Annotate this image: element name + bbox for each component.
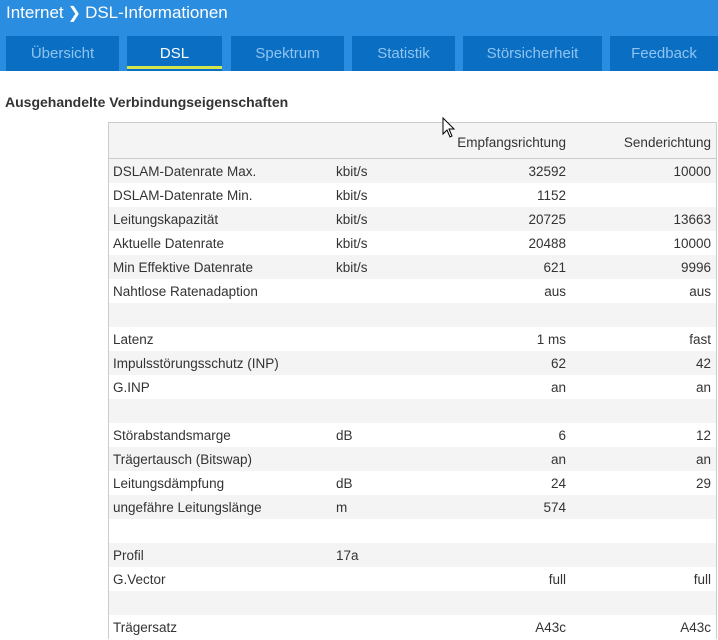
row-unit: kbit/s xyxy=(336,259,368,275)
column-header-upstream: Senderichtung xyxy=(623,135,711,150)
downstream-value: 20725 xyxy=(528,211,566,227)
header-bar: Internet ❯ DSL-Informationen Übersicht DS… xyxy=(0,0,718,71)
row-label: Profil xyxy=(113,547,144,563)
row-label: Aktuelle Datenrate xyxy=(113,235,225,251)
row-label: G.INP xyxy=(113,379,150,395)
table-row: Latenz 1 ms fast xyxy=(109,327,716,351)
tab-statistik[interactable]: Statistik xyxy=(352,36,455,71)
row-unit: kbit/s xyxy=(336,235,368,251)
row-unit: kbit/s xyxy=(336,187,368,203)
upstream-value: an xyxy=(695,451,711,467)
table-row: Trägersatz A43c A43c xyxy=(109,615,716,639)
breadcrumb-current: DSL-Informationen xyxy=(85,3,228,22)
table-row: DSLAM-Datenrate Min. kbit/s 1152 xyxy=(109,183,716,207)
tab-störsicherheit[interactable]: Störsicherheit xyxy=(463,36,602,71)
row-label: Latenz xyxy=(113,331,154,347)
spacer-row xyxy=(109,519,716,543)
table-row: Leitungskapazität kbit/s 20725 13663 xyxy=(109,207,716,231)
downstream-value: an xyxy=(550,379,566,395)
section-title: Ausgehandelte Verbindungseigenschaften xyxy=(5,94,289,110)
row-label: Leitungskapazität xyxy=(113,211,219,227)
row-label: DSLAM-Datenrate Max. xyxy=(113,163,257,179)
chevron-right-icon: ❯ xyxy=(67,5,82,22)
upstream-value: 9996 xyxy=(680,259,711,275)
downstream-value: 574 xyxy=(543,499,566,515)
connection-properties-table: Empfangsrichtung Senderichtung DSLAM-Dat… xyxy=(108,122,717,639)
downstream-value: 20488 xyxy=(528,235,566,251)
table-row: ungefähre Leitungslänge m 574 xyxy=(109,495,716,519)
table-row: Trägertausch (Bitswap) an an xyxy=(109,447,716,471)
table-row: DSLAM-Datenrate Max. kbit/s 32592 10000 xyxy=(109,159,716,183)
tab-übersicht[interactable]: Übersicht xyxy=(6,36,119,71)
upstream-value: fast xyxy=(689,331,711,347)
row-unit: 17a xyxy=(336,547,359,563)
downstream-value: 621 xyxy=(543,259,566,275)
table-row: Nahtlose Ratenadaption aus aus xyxy=(109,279,716,303)
table-row: G.Vector full full xyxy=(109,567,716,591)
column-header-downstream: Empfangsrichtung xyxy=(457,135,566,150)
row-label: Leitungsdämpfung xyxy=(113,475,225,491)
row-label: G.Vector xyxy=(113,571,166,587)
row-label: Impulsstörungsschutz (INP) xyxy=(113,355,279,371)
row-label: Störabstandsmarge xyxy=(113,427,231,443)
downstream-value: full xyxy=(548,571,566,587)
downstream-value: 6 xyxy=(558,427,566,443)
tab-spektrum[interactable]: Spektrum xyxy=(231,36,344,71)
row-label: Nahtlose Ratenadaption xyxy=(113,283,258,299)
table-row: Störabstandsmarge dB 6 12 xyxy=(109,423,716,447)
upstream-value: full xyxy=(693,571,711,587)
row-unit: dB xyxy=(336,475,353,491)
upstream-value: 29 xyxy=(695,475,711,491)
downstream-value: 32592 xyxy=(528,163,566,179)
downstream-value: an xyxy=(550,451,566,467)
table-row: Min Effektive Datenrate kbit/s 621 9996 xyxy=(109,255,716,279)
upstream-value: 10000 xyxy=(673,235,711,251)
upstream-value: 10000 xyxy=(673,163,711,179)
upstream-value: 12 xyxy=(695,427,711,443)
spacer-row xyxy=(109,591,716,615)
table-body: DSLAM-Datenrate Max. kbit/s 32592 10000 DSLA… xyxy=(109,159,716,639)
table-row: G.INP an an xyxy=(109,375,716,399)
row-label: DSLAM-Datenrate Min. xyxy=(113,187,253,203)
table-row: Leitungsdämpfung dB 24 29 xyxy=(109,471,716,495)
table-header: Empfangsrichtung Senderichtung xyxy=(109,123,716,159)
breadcrumb: Internet ❯ DSL-Informationen xyxy=(6,3,228,23)
table-row: Aktuelle Datenrate kbit/s 20488 10000 xyxy=(109,231,716,255)
spacer-row xyxy=(109,399,716,423)
mouse-cursor-icon xyxy=(442,117,456,138)
downstream-value: 24 xyxy=(550,475,566,491)
row-unit: m xyxy=(336,499,348,515)
downstream-value: A43c xyxy=(535,619,566,635)
upstream-value: 42 xyxy=(695,355,711,371)
row-unit: dB xyxy=(336,427,353,443)
tab-dsl[interactable]: DSL xyxy=(127,36,222,71)
row-label: Min Effektive Datenrate xyxy=(113,259,254,275)
table-row: Profil 17a xyxy=(109,543,716,567)
row-label: Trägersatz xyxy=(113,619,178,635)
breadcrumb-internet[interactable]: Internet xyxy=(6,3,64,23)
row-unit: kbit/s xyxy=(336,163,368,179)
row-label: ungefähre Leitungslänge xyxy=(113,499,262,515)
row-label: Trägertausch (Bitswap) xyxy=(113,451,253,467)
downstream-value: 1152 xyxy=(536,187,566,203)
downstream-value: 62 xyxy=(550,355,566,371)
downstream-value: aus xyxy=(544,283,566,299)
row-unit: kbit/s xyxy=(336,211,368,227)
upstream-value: A43c xyxy=(680,619,711,635)
table-row: Impulsstörungsschutz (INP) 62 42 xyxy=(109,351,716,375)
upstream-value: an xyxy=(695,379,711,395)
upstream-value: 13663 xyxy=(673,211,711,227)
upstream-value: aus xyxy=(689,283,711,299)
downstream-value: 1 ms xyxy=(536,331,566,347)
tab-feedback[interactable]: Feedback xyxy=(610,36,718,71)
spacer-row xyxy=(109,303,716,327)
